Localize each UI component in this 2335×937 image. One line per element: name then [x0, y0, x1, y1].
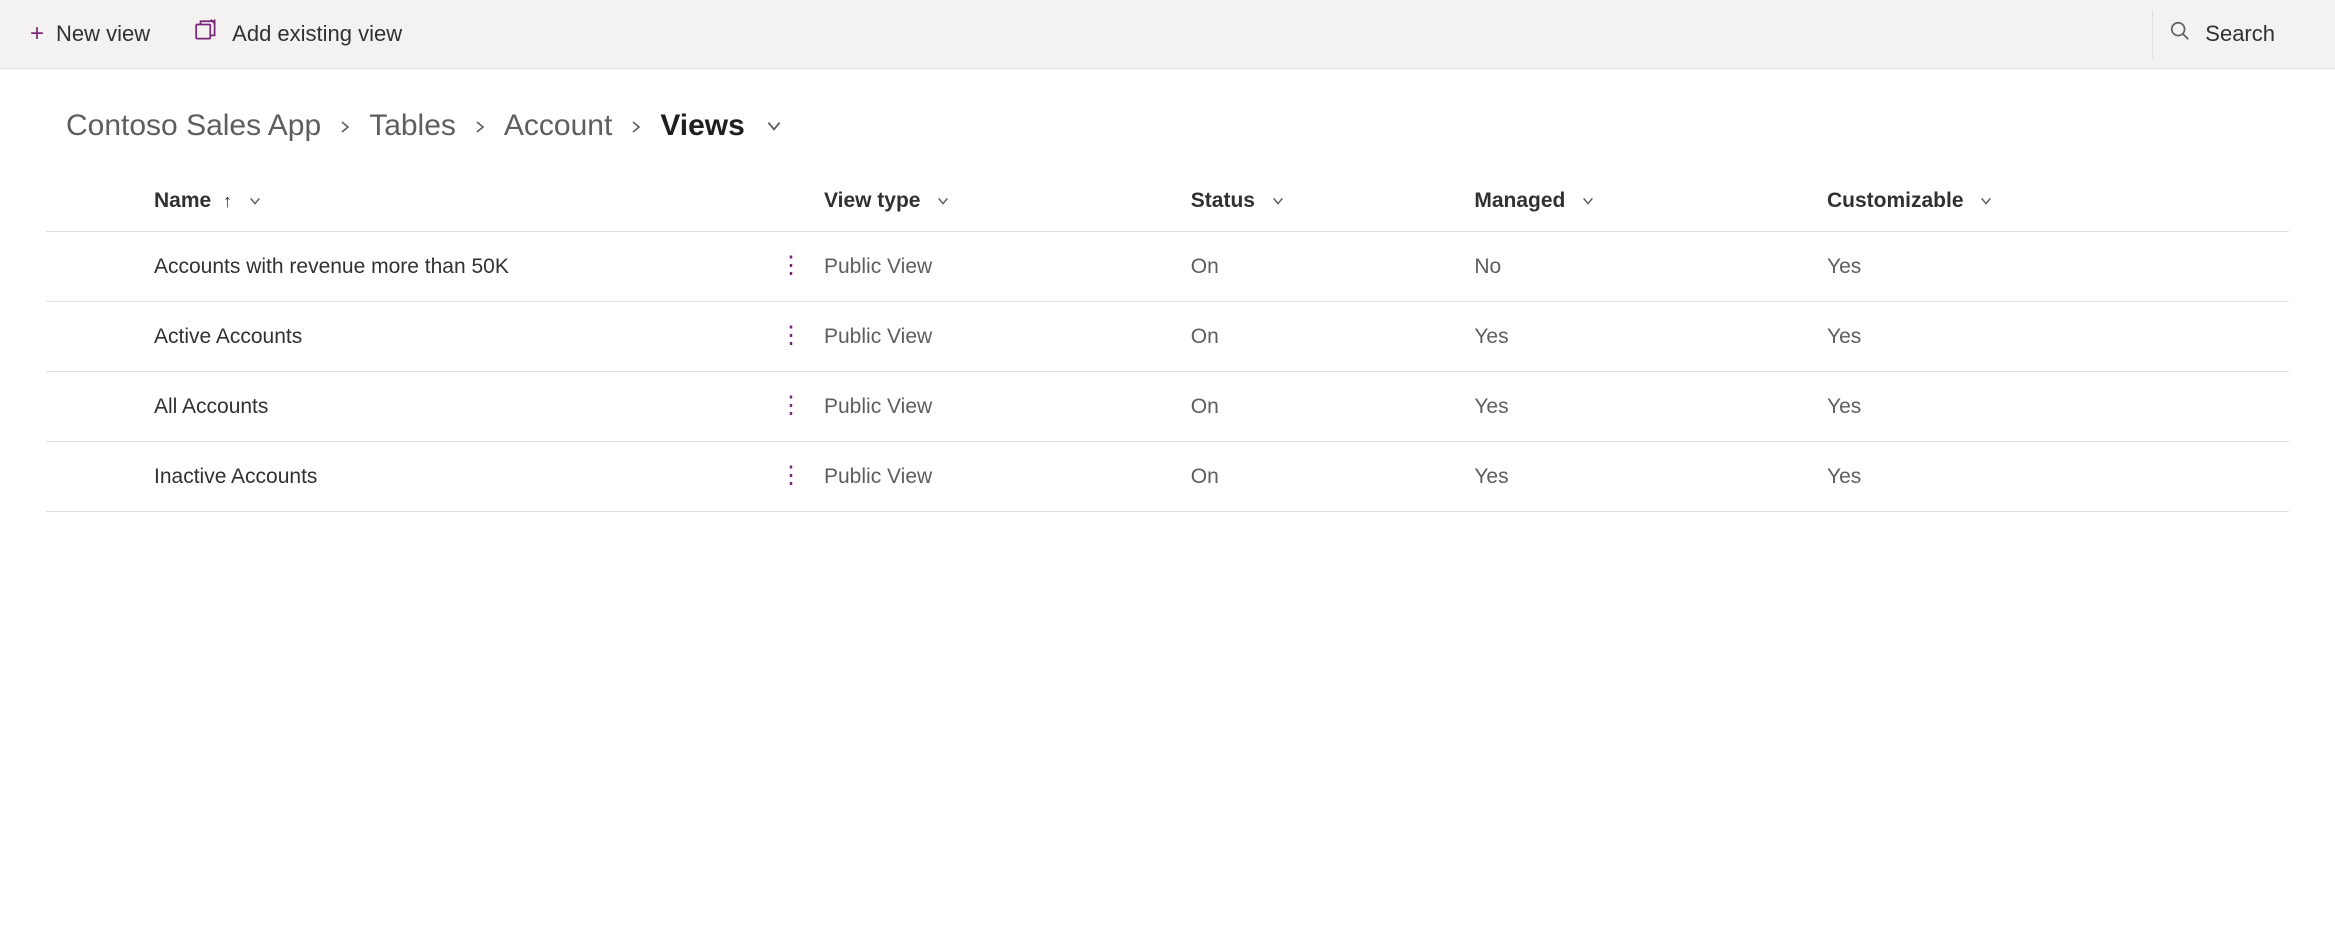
table-row[interactable]: All AccountsPublic ViewOnYesYes [46, 372, 2289, 442]
cell-view-type: Public View [816, 442, 1183, 512]
column-header-view-type[interactable]: View type [816, 173, 1183, 232]
column-header-view-type-label: View type [824, 189, 921, 212]
table-header-row: Name ↑ View type Status [46, 173, 2289, 232]
column-header-customizable-label: Customizable [1827, 189, 1964, 212]
cell-status: On [1183, 372, 1467, 442]
table-row[interactable]: Inactive AccountsPublic ViewOnYesYes [46, 442, 2289, 512]
more-vertical-icon [779, 394, 803, 418]
cell-customizable: Yes [1819, 302, 2289, 372]
column-header-status[interactable]: Status [1183, 173, 1467, 232]
breadcrumb-item-account[interactable]: Account [504, 109, 612, 143]
toolbar-divider [2152, 10, 2153, 58]
chevron-down-icon [1571, 189, 1595, 212]
cell-managed: No [1466, 232, 1819, 302]
chevron-down-icon [926, 189, 950, 212]
search-icon [2169, 20, 2191, 48]
cell-view-type: Public View [816, 372, 1183, 442]
breadcrumb-item-views: Views [660, 109, 745, 143]
chevron-down-icon [238, 189, 262, 212]
plus-icon: + [30, 22, 44, 46]
command-bar: + New view Add existing view Search [0, 0, 2335, 69]
column-header-managed[interactable]: Managed [1466, 173, 1819, 232]
chevron-down-icon [1969, 189, 1993, 212]
column-header-managed-label: Managed [1474, 189, 1565, 212]
cell-status: On [1183, 232, 1467, 302]
chevron-right-icon [337, 109, 353, 143]
cell-status: On [1183, 442, 1467, 512]
command-bar-left: + New view Add existing view [20, 10, 412, 58]
search-button[interactable]: Search [2169, 20, 2315, 48]
more-vertical-icon [779, 464, 803, 488]
chevron-down-icon [1261, 189, 1285, 212]
cell-view-type: Public View [816, 232, 1183, 302]
cell-name[interactable]: All Accounts [46, 372, 766, 442]
cell-customizable: Yes [1819, 442, 2289, 512]
more-vertical-icon [779, 254, 803, 278]
more-vertical-icon [779, 324, 803, 348]
cell-customizable: Yes [1819, 232, 2289, 302]
cell-managed: Yes [1466, 442, 1819, 512]
cell-view-type: Public View [816, 302, 1183, 372]
column-header-name[interactable]: Name ↑ [46, 173, 766, 232]
row-more-actions-button[interactable] [766, 232, 816, 302]
views-table-wrapper: Name ↑ View type Status [0, 173, 2335, 512]
cell-managed: Yes [1466, 372, 1819, 442]
row-more-actions-button[interactable] [766, 442, 816, 512]
cell-name[interactable]: Accounts with revenue more than 50K [46, 232, 766, 302]
breadcrumb-item-tables[interactable]: Tables [369, 109, 456, 143]
row-more-actions-button[interactable] [766, 372, 816, 442]
breadcrumb: Contoso Sales App Tables Account Views [0, 69, 2335, 173]
column-header-name-label: Name [154, 189, 211, 212]
column-header-actions [766, 173, 816, 232]
table-row[interactable]: Active AccountsPublic ViewOnYesYes [46, 302, 2289, 372]
search-label: Search [2205, 21, 2275, 47]
sort-ascending-icon: ↑ [223, 191, 232, 211]
add-existing-view-label: Add existing view [232, 21, 402, 47]
breadcrumb-dropdown-button[interactable] [761, 109, 783, 143]
add-existing-icon [194, 18, 220, 50]
chevron-right-icon [628, 109, 644, 143]
breadcrumb-item-app[interactable]: Contoso Sales App [66, 109, 321, 143]
new-view-button[interactable]: + New view [20, 13, 160, 55]
table-row[interactable]: Accounts with revenue more than 50K Publi… [46, 232, 2289, 302]
column-header-customizable[interactable]: Customizable [1819, 173, 2289, 232]
row-more-actions-button[interactable] [766, 302, 816, 372]
add-existing-view-button[interactable]: Add existing view [184, 10, 412, 58]
new-view-label: New view [56, 21, 150, 47]
cell-name[interactable]: Inactive Accounts [46, 442, 766, 512]
column-header-status-label: Status [1191, 189, 1255, 212]
cell-status: On [1183, 302, 1467, 372]
views-table: Name ↑ View type Status [46, 173, 2289, 512]
cell-managed: Yes [1466, 302, 1819, 372]
cell-customizable: Yes [1819, 372, 2289, 442]
chevron-right-icon [472, 109, 488, 143]
cell-name[interactable]: Active Accounts [46, 302, 766, 372]
